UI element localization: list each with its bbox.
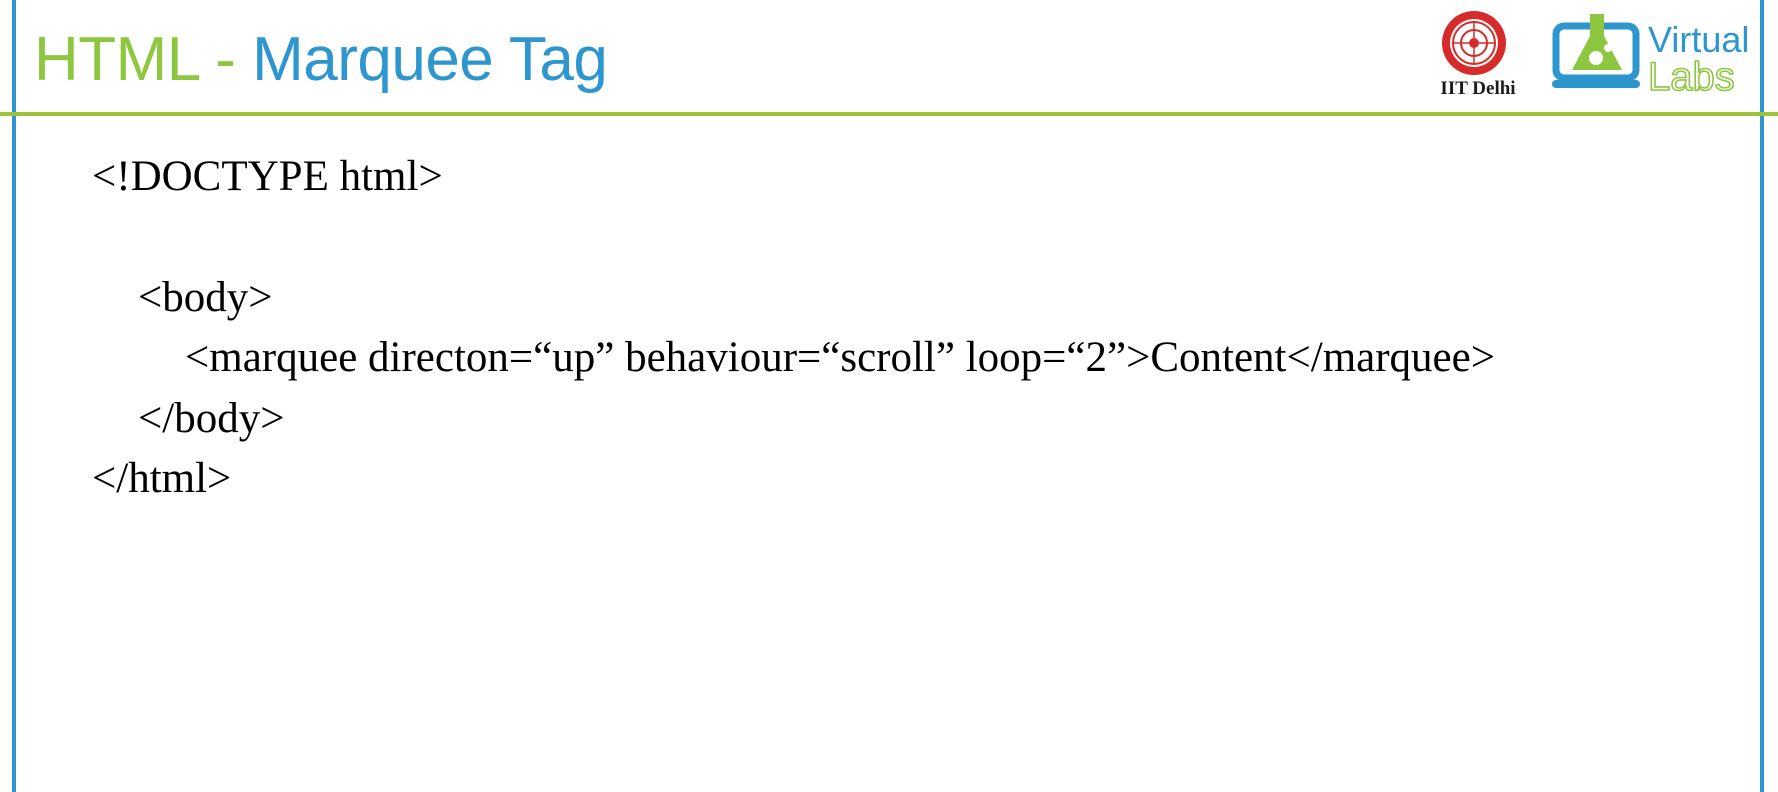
virtual-labs-logo: Virtual Labs	[1552, 14, 1749, 96]
virtual-labs-word-virtual: Virtual	[1648, 19, 1749, 60]
code-line-marquee: <marquee directon=“up” behaviour=“scroll…	[185, 334, 1495, 381]
code-line-body-open: <body>	[138, 274, 273, 321]
slide-title: HTML - Marquee Tag	[34, 18, 608, 102]
right-border	[1760, 0, 1764, 792]
slide-title-main: Marquee Tag	[252, 25, 608, 94]
code-line-html-close: </html>	[92, 455, 232, 502]
slide-title-prefix: HTML -	[34, 25, 253, 94]
code-line-doctype: <!DOCTYPE html>	[92, 153, 443, 200]
left-border	[12, 0, 16, 792]
header-divider	[0, 112, 1778, 116]
iit-delhi-caption: IIT Delhi	[1440, 78, 1516, 99]
code-line-body-close: </body>	[138, 395, 285, 442]
code-block: <!DOCTYPE html> <body> <marquee directon…	[92, 148, 1495, 540]
slide: HTML - Marquee Tag IIT Delhi Virtual Lab…	[0, 0, 1778, 792]
virtual-labs-word-labs: Labs	[1648, 55, 1735, 96]
